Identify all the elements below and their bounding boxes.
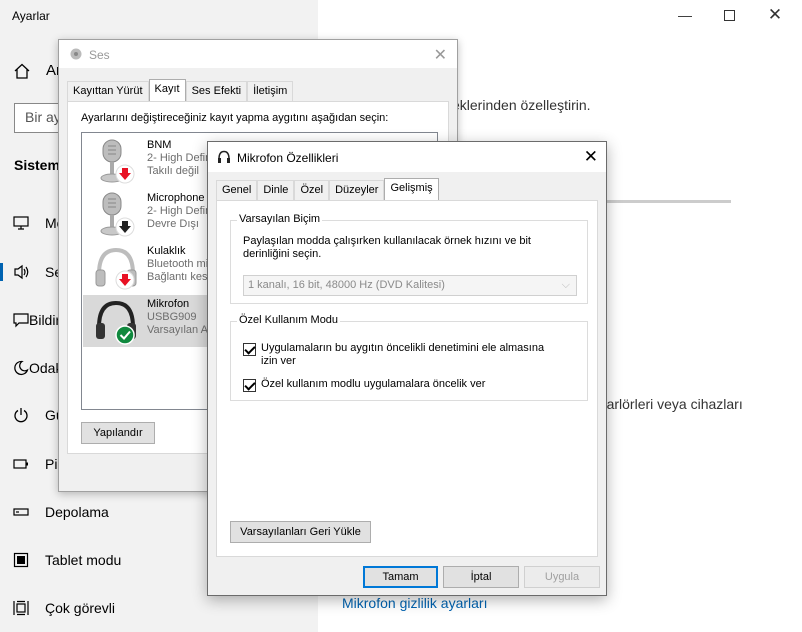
settings-text-fragment: eklerinden özelleştirin. <box>452 97 591 113</box>
maximize-button[interactable] <box>706 4 752 26</box>
properties-tabs: Genel Dinle Özel Düzeyler Gelişmiş <box>216 178 439 200</box>
speaker-icon <box>14 264 29 280</box>
sidebar-item-label: Çok görevli <box>45 600 116 616</box>
multitask-icon <box>13 600 29 616</box>
moon-icon <box>14 360 29 376</box>
home-icon <box>14 63 30 79</box>
tab-recording[interactable]: Kayıt <box>148 79 186 101</box>
headset-icon <box>96 300 136 345</box>
microphone-icon <box>100 192 135 237</box>
tab-sound-effects[interactable]: Ses Efekti <box>185 81 248 101</box>
properties-dialog-title: Mikrofon Özellikleri <box>237 151 339 165</box>
tablet-icon <box>13 552 29 568</box>
default-format-value: 1 kanalı, 16 bit, 48000 Hz (DVD Kalitesi… <box>248 279 445 291</box>
sound-dialog-tabs: Kayıttan Yürüt Kayıt Ses Efekti İletişim <box>67 79 294 101</box>
device-status: Takılı değil <box>147 165 199 177</box>
tab-listen[interactable]: Dinle <box>257 180 295 200</box>
sound-dialog-close-icon[interactable]: ✕ <box>434 45 447 65</box>
settings-window-title: Ayarlar <box>12 9 50 23</box>
volume-slider-track[interactable] <box>600 200 731 203</box>
exclusive-mode-group: Özel Kullanım Modu Uygulamaların bu aygı… <box>230 314 588 401</box>
minimize-icon: — <box>678 7 692 23</box>
headset-icon <box>95 247 137 290</box>
device-name: BNM <box>147 139 172 151</box>
close-button[interactable]: ✕ <box>752 4 798 26</box>
sound-dialog-titlebar[interactable]: Ses ✕ <box>59 40 457 68</box>
checkbox-checked-icon <box>243 343 256 356</box>
minimize-button[interactable]: — <box>662 4 708 26</box>
sidebar-item-label: Depolama <box>45 504 109 520</box>
allow-exclusive-control-checkbox[interactable]: Uygulamaların bu aygıtın öncelikli denet… <box>243 342 563 368</box>
green-check-icon <box>115 325 135 345</box>
default-format-legend: Varsayılan Biçim <box>237 213 323 225</box>
allow-exclusive-control-label: Uygulamaların bu aygıtın öncelikli denet… <box>261 342 545 367</box>
checkbox-checked-icon <box>243 379 256 392</box>
configure-button[interactable]: Yapılandır <box>81 422 155 444</box>
sound-dialog-title: Ses <box>89 48 110 62</box>
default-format-select[interactable]: 1 kanalı, 16 bit, 48000 Hz (DVD Kalitesi… <box>243 275 577 296</box>
headset-app-icon <box>218 150 230 163</box>
advanced-panel: Varsayılan Biçim Paylaşılan modda çalışı… <box>216 200 598 557</box>
apply-button[interactable]: Uygula <box>524 566 600 588</box>
microphone-icon <box>100 139 135 184</box>
sidebar-item-label: Tablet modu <box>45 552 122 568</box>
default-format-description: Paylaşılan modda çalışırken kullanılacak… <box>243 235 531 260</box>
properties-dialog-close-icon[interactable]: ✕ <box>584 147 598 167</box>
tab-advanced[interactable]: Gelişmiş <box>384 178 439 200</box>
sidebar-item-storage[interactable]: Depolama <box>0 497 140 527</box>
properties-dialog-titlebar[interactable]: Mikrofon Özellikleri ✕ <box>208 142 606 172</box>
exclusive-priority-label: Özel kullanım modlu uygulamalara öncelik… <box>261 378 486 390</box>
notifications-icon <box>13 313 29 328</box>
default-format-group: Varsayılan Biçim Paylaşılan modda çalışı… <box>230 213 588 304</box>
tab-playback[interactable]: Kayıttan Yürüt <box>67 81 149 101</box>
tab-general[interactable]: Genel <box>216 180 258 200</box>
chevron-down-icon: ⌵ <box>561 279 570 291</box>
device-description: USBG909 <box>147 311 197 323</box>
microphone-privacy-link[interactable]: Mikrofon gizlilik ayarları <box>342 595 487 611</box>
settings-text-fragment: oparlörleri veya cihazları <box>591 396 743 412</box>
device-name: Mikrofon <box>147 298 190 310</box>
restore-defaults-button[interactable]: Varsayılanları Geri Yükle <box>230 521 371 543</box>
exclusive-priority-checkbox[interactable]: Özel kullanım modlu uygulamalara öncelik… <box>243 378 563 392</box>
tab-custom[interactable]: Özel <box>294 180 330 200</box>
battery-icon <box>13 459 28 469</box>
cancel-button[interactable]: İptal <box>443 566 519 588</box>
power-icon <box>14 408 28 423</box>
tab-communications[interactable]: İletişim <box>247 81 294 101</box>
sidebar-item-tablet-mode[interactable]: Tablet modu <box>0 545 140 575</box>
speaker-app-icon <box>70 48 82 60</box>
device-name: Kulaklık <box>147 245 186 257</box>
storage-icon <box>13 508 29 516</box>
close-icon: ✕ <box>767 5 783 24</box>
device-name: Microphone <box>147 192 205 204</box>
sidebar-section-title: Sistem <box>14 157 60 173</box>
tab-levels[interactable]: Düzeyler <box>329 180 385 200</box>
maximize-icon <box>723 9 735 21</box>
microphone-properties-dialog: Mikrofon Özellikleri ✕ Genel Dinle Özel … <box>207 141 607 596</box>
device-status: Devre Dışı <box>147 218 199 230</box>
sidebar-item-multitasking[interactable]: Çok görevli <box>0 593 140 623</box>
recording-instruction: Ayarlarını değiştireceğiniz kayıt yapma … <box>81 112 389 124</box>
ok-button[interactable]: Tamam <box>363 566 438 588</box>
display-icon <box>13 216 29 230</box>
exclusive-mode-legend: Özel Kullanım Modu <box>237 314 341 326</box>
